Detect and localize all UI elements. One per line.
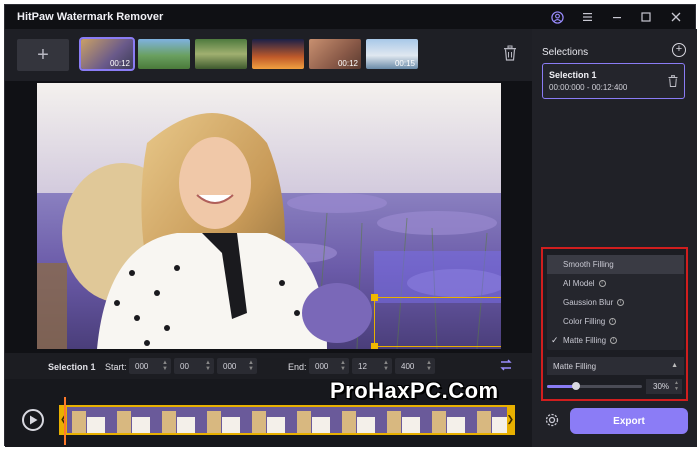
info-icon[interactable]: i [617,299,625,306]
thumbnail-6[interactable]: 00:15 [366,39,418,69]
thumbnail-time: 00:12 [109,59,130,68]
opacity-value-field[interactable]: 30% ▲ ▼ [646,379,682,394]
thumbnail-time: 00:15 [394,59,415,68]
thumbnail-3[interactable] [195,39,247,69]
video-preview-panel [5,81,532,353]
minimize-icon[interactable] [610,10,624,24]
end-time-field[interactable]: 12 ▲ ▼ [352,358,392,374]
delete-selection-icon[interactable] [668,75,678,87]
maximize-icon[interactable] [639,10,653,24]
user-icon[interactable] [550,10,564,24]
menu-icon[interactable] [580,10,594,24]
watermark-text: ProHaxPC.Com [330,378,499,403]
thumbnail-4[interactable] [252,39,304,69]
export-button[interactable]: Export [570,408,688,434]
resize-handle[interactable] [371,294,378,301]
close-icon[interactable] [669,10,683,24]
menu-item-matte-filling[interactable]: ✓ Matte Filling i [547,331,684,350]
checkmark-icon: ✓ [551,335,559,345]
info-icon[interactable]: i [609,318,617,325]
end-label: End: [288,362,307,372]
selection-name: Selection 1 [549,70,597,80]
media-thumbnails-bar: + 00:12 00:12 00:15 [5,29,532,81]
add-media-button[interactable]: + [17,39,69,71]
start-time-field[interactable]: 00 ▲ ▼ [174,358,214,374]
selection-card[interactable]: Selection 1 00:00:000 - 00:12:400 [542,63,685,99]
menu-item-color-filling[interactable]: Color Filling i [547,312,684,331]
slider-knob[interactable] [571,382,580,390]
selection-range: 00:00:000 - 00:12:400 [549,83,628,92]
info-icon[interactable]: i [610,337,618,344]
watermark-selection-area[interactable] [374,251,501,303]
selection-label: Selection 1 [48,362,96,372]
timeline-track[interactable]: ❮ [59,405,515,435]
timeline-frames [67,407,507,433]
selection-time-row: Selection 1 Start: 000 ▲ ▼ 00 ▲ ▼ 000 ▲ ▼ End:… [5,353,532,379]
start-time-field[interactable]: 000 ▲ ▼ [217,358,257,374]
trim-right-handle-icon[interactable]: ❯ [506,414,514,425]
menu-item-smooth-filling[interactable]: Smooth Filling [547,255,684,274]
app-window: HitPaw Watermark Remover + 00:12 00:12 0… [4,4,697,447]
video-frame[interactable] [37,83,501,349]
thumbnail-2[interactable] [138,39,190,69]
fill-mode-menu: Smooth Filling AI Model i Gaussion Blur i … [547,255,684,350]
playhead[interactable] [64,397,66,445]
end-time-field[interactable]: 400 ▲ ▼ [395,358,435,374]
play-button[interactable] [22,409,44,431]
thumbnail-5[interactable]: 00:12 [309,39,361,69]
swap-icon[interactable] [499,358,515,374]
play-icon [29,415,37,425]
watermark-selection-frame[interactable] [374,297,501,347]
resize-handle[interactable] [371,343,378,349]
start-time-field[interactable]: 000 ▲ ▼ [129,358,171,374]
gear-icon[interactable] [544,412,560,428]
add-selection-icon[interactable]: + [672,43,686,57]
end-time-field[interactable]: 000 ▲ ▼ [309,358,349,374]
fill-mode-panel: Smooth Filling AI Model i Gaussion Blur i … [541,247,688,401]
thumbnail-time: 00:12 [337,59,358,68]
opacity-slider[interactable] [547,382,642,390]
app-title: HitPaw Watermark Remover [17,11,164,23]
title-bar: HitPaw Watermark Remover [5,5,695,29]
menu-item-ai-model[interactable]: AI Model i [547,274,684,293]
right-panel: Selections + Selection 1 00:00:000 - 00:… [532,29,697,447]
delete-media-icon[interactable] [503,45,521,65]
menu-item-gaussian-blur[interactable]: Gaussion Blur i [547,293,684,312]
start-label: Start: [105,362,127,372]
chevron-up-icon: ▲ [671,362,678,369]
thumbnail-1[interactable]: 00:12 [79,37,135,71]
info-icon[interactable]: i [598,280,606,287]
fill-mode-dropdown[interactable]: Matte Filling ▲ [547,357,684,375]
selections-title: Selections [542,47,589,58]
